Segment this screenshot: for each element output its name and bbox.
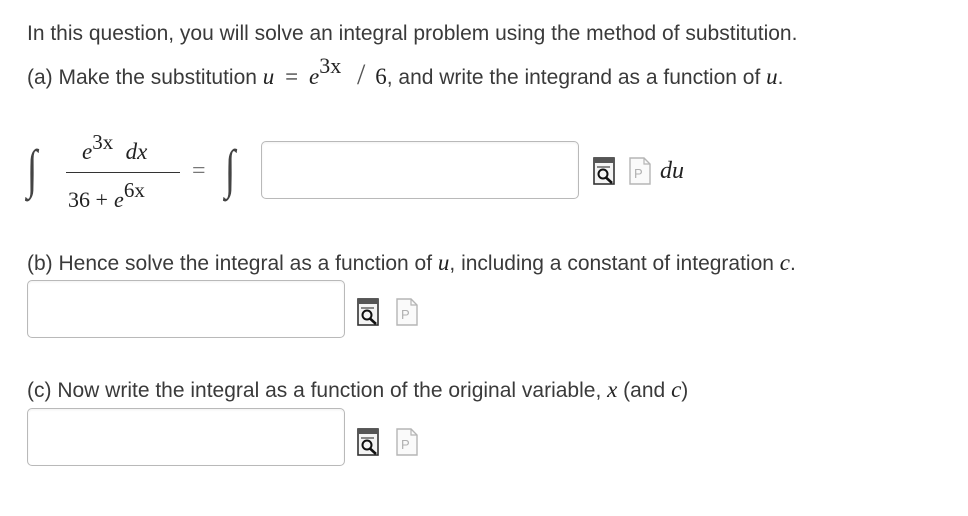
formula-palette-icon[interactable]: P: [629, 157, 651, 185]
part-b-prefix: (b) Hence solve the integral as a functi…: [27, 252, 433, 275]
part-b-middle: , including a constant of integration: [449, 252, 774, 275]
part-a-question: (a) Make the substitution u = e3x / 6, a…: [27, 55, 784, 91]
part-a-six: 6: [375, 64, 387, 89]
preview-magnifier-icon[interactable]: [357, 428, 379, 456]
part-b-question: (b) Hence solve the integral as a functi…: [27, 250, 796, 277]
part-a-suffix: , and write the integrand as a function …: [386, 66, 761, 89]
integrand-answer-input[interactable]: [261, 141, 579, 199]
integral-sign-left: ∫: [27, 139, 38, 199]
part-c-open: (and: [617, 379, 666, 402]
part-a-var-u: u: [262, 64, 275, 89]
part-c-var-c: c: [671, 377, 682, 402]
part-a-exponent: 3x: [319, 53, 342, 78]
du-label: du: [660, 158, 684, 184]
denominator-e: e: [114, 187, 124, 212]
part-a-suffix-end: .: [777, 66, 784, 89]
svg-text:P: P: [401, 307, 410, 322]
svg-text:P: P: [401, 437, 410, 452]
formula-palette-icon[interactable]: P: [396, 298, 418, 326]
denominator-exponent: 6x: [123, 177, 145, 202]
numerator-dx: dx: [125, 139, 148, 164]
part-b-var-c: c: [779, 250, 791, 275]
part-c-close: ): [681, 379, 689, 402]
intro-text: In this question, you will solve an inte…: [27, 22, 798, 45]
svg-text:P: P: [634, 166, 643, 181]
part-a-slash: /: [357, 58, 366, 91]
part-c-answer-input[interactable]: [27, 408, 345, 466]
numerator-exponent: 3x: [92, 129, 114, 154]
preview-magnifier-icon[interactable]: [357, 298, 379, 326]
part-a-equals: =: [285, 64, 299, 89]
part-a-suffix-var: u: [766, 64, 778, 89]
part-c-var-x: x: [607, 377, 618, 402]
fraction-numerator: e3x dx: [82, 131, 148, 165]
fraction-bar: [66, 172, 180, 173]
part-c-question: (c) Now write the integral as a function…: [27, 377, 688, 404]
part-c-prefix: (c) Now write the integral as a function…: [27, 379, 602, 402]
part-a-e: e: [308, 64, 320, 89]
part-b-var-u: u: [437, 250, 450, 275]
integral-equals: =: [192, 158, 206, 184]
numerator-e: e: [82, 139, 93, 164]
part-b-end: .: [790, 252, 796, 275]
preview-magnifier-icon[interactable]: [593, 157, 615, 185]
integral-sign-right: ∫: [225, 139, 236, 199]
part-b-answer-input[interactable]: [27, 280, 345, 338]
denominator-lead: 36 +: [68, 187, 108, 212]
formula-palette-icon[interactable]: P: [396, 428, 418, 456]
fraction-denominator: 36 + e6x: [68, 179, 145, 213]
part-a-prefix: (a) Make the substitution: [27, 66, 257, 89]
